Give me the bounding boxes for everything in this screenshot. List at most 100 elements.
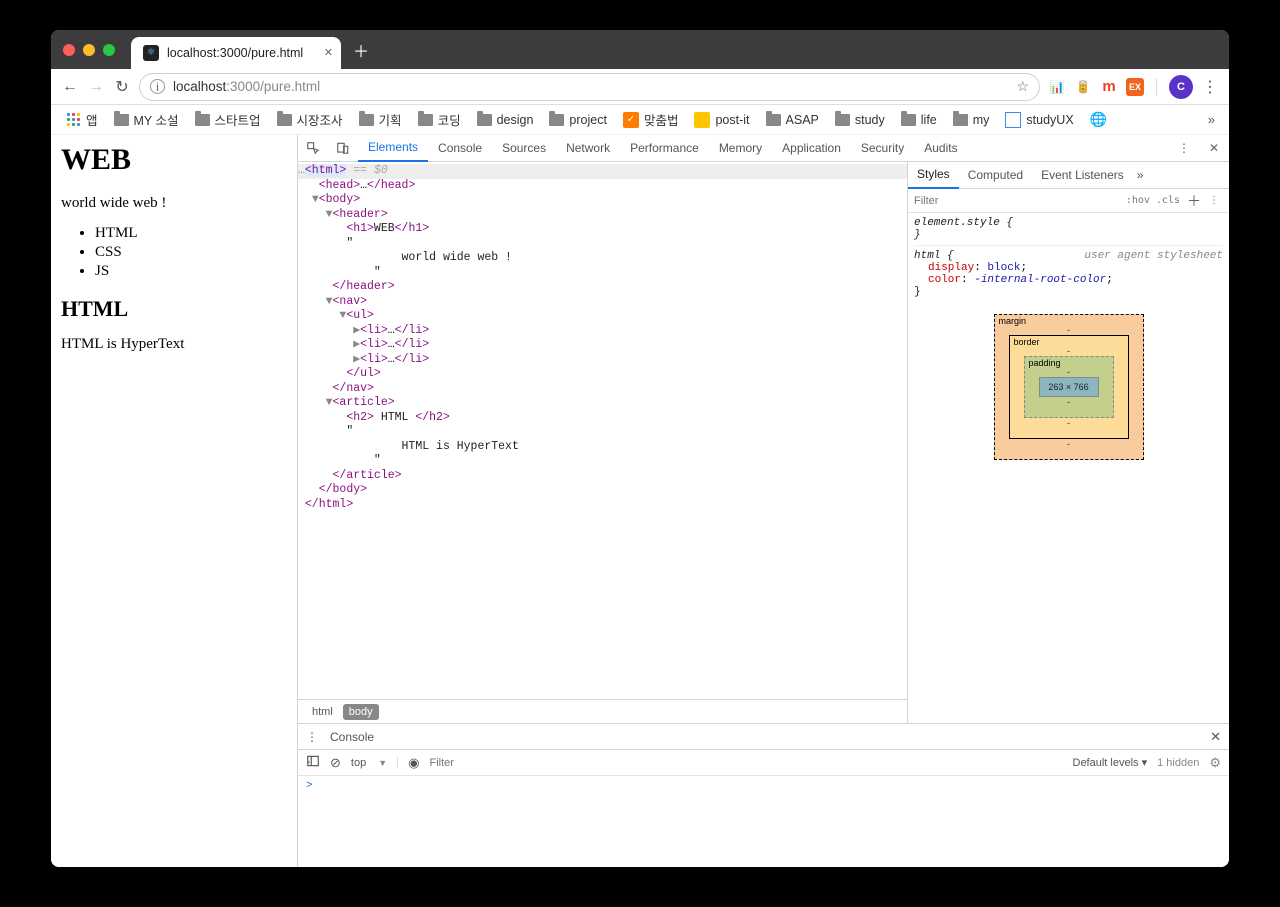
- bookmark-item[interactable]: project: [543, 111, 613, 129]
- minimize-window-button[interactable]: [83, 44, 95, 56]
- bookmark-item[interactable]: MY 소설: [108, 108, 185, 131]
- tab-elements[interactable]: Elements: [358, 135, 428, 162]
- prop-key: color: [928, 274, 961, 286]
- styles-rules[interactable]: element.style { } user agent stylesheet …: [908, 213, 1229, 723]
- tab-event-listeners[interactable]: Event Listeners: [1032, 162, 1133, 189]
- context-select[interactable]: top ▼: [351, 757, 398, 769]
- browser-window: ⚛︎ localhost:3000/pure.html ✕ ＋ ← → ↻ i …: [51, 30, 1229, 867]
- crumb-html[interactable]: html: [306, 704, 339, 720]
- cls-toggle[interactable]: .cls: [1153, 195, 1183, 206]
- back-button[interactable]: ←: [61, 78, 79, 96]
- bookmark-item[interactable]: ASAP: [760, 111, 825, 129]
- bookmark-item[interactable]: study: [829, 111, 891, 129]
- divider: [1156, 78, 1157, 96]
- bookmark-item[interactable]: ✓맞춤법: [617, 108, 685, 131]
- console-output[interactable]: >: [298, 775, 1229, 867]
- more-tabs-icon[interactable]: »: [1137, 168, 1144, 182]
- close-tab-icon[interactable]: ✕: [324, 46, 333, 59]
- hov-toggle[interactable]: :hov: [1123, 195, 1153, 206]
- tab-audits[interactable]: Audits: [914, 135, 967, 162]
- favicon-icon: ⚛︎: [143, 45, 159, 61]
- device-toggle-icon[interactable]: [328, 141, 358, 155]
- maximize-window-button[interactable]: [103, 44, 115, 56]
- folder-icon: [477, 114, 492, 126]
- bookmark-item[interactable]: studyUX: [999, 110, 1079, 130]
- bookmark-item[interactable]: 코딩: [412, 108, 467, 131]
- bookmark-item[interactable]: design: [471, 111, 540, 129]
- profile-avatar[interactable]: C: [1169, 75, 1193, 99]
- folder-icon: [277, 114, 292, 126]
- dom-tree[interactable]: …<html> == $0 <head>…</head> ▼<body> ▼<h…: [298, 162, 907, 699]
- tab-performance[interactable]: Performance: [620, 135, 709, 162]
- bookmark-star-icon[interactable]: ☆: [1016, 78, 1029, 95]
- margin-label: margin: [999, 316, 1027, 326]
- border-label: border: [1014, 337, 1040, 347]
- bookmark-item[interactable]: my: [947, 111, 996, 129]
- kebab-menu-icon[interactable]: ⋮: [306, 730, 318, 744]
- close-drawer-icon[interactable]: ✕: [1210, 729, 1221, 745]
- inspect-icon[interactable]: [298, 141, 328, 155]
- tab-computed[interactable]: Computed: [959, 162, 1032, 189]
- extension-icon[interactable]: 🥫: [1074, 78, 1092, 96]
- devtools: Elements Console Sources Network Perform…: [297, 135, 1229, 867]
- bookmark-item[interactable]: 🌐: [1084, 109, 1113, 130]
- addressbar: ← → ↻ i localhost:3000/pure.html ☆ 📊 🥫 m…: [51, 69, 1229, 105]
- bookmark-item[interactable]: 스타트업: [189, 108, 267, 131]
- tab-sources[interactable]: Sources: [492, 135, 556, 162]
- rule-selector: html {: [914, 250, 954, 262]
- bookmarks-overflow-icon[interactable]: »: [1208, 112, 1215, 127]
- bookmark-label: design: [497, 113, 534, 127]
- live-expression-icon[interactable]: ◉: [408, 755, 419, 771]
- omnibox[interactable]: i localhost:3000/pure.html ☆: [139, 73, 1040, 101]
- gear-icon[interactable]: ⚙: [1209, 755, 1221, 771]
- page-paragraph: world wide web !: [61, 195, 287, 212]
- extension-icon[interactable]: m: [1100, 78, 1118, 96]
- bookmark-item[interactable]: life: [895, 111, 943, 129]
- folder-icon: [418, 114, 433, 126]
- new-tab-button[interactable]: ＋: [347, 36, 375, 64]
- tab-memory[interactable]: Memory: [709, 135, 772, 162]
- tab-console[interactable]: Console: [428, 135, 492, 162]
- tab-styles[interactable]: Styles: [908, 162, 959, 189]
- folder-icon: [901, 114, 916, 126]
- list-item: JS: [95, 262, 287, 281]
- extension-icon[interactable]: 📊: [1048, 78, 1066, 96]
- kebab-menu-icon[interactable]: ⋮: [1201, 77, 1219, 97]
- extension-icon[interactable]: EX: [1126, 78, 1144, 96]
- styles-tabbar: Styles Computed Event Listeners »: [908, 162, 1229, 189]
- console-filter-input[interactable]: [429, 757, 1062, 769]
- bookmark-item[interactable]: 시장조사: [271, 108, 349, 131]
- close-icon[interactable]: ✕: [1199, 141, 1229, 155]
- clear-console-icon[interactable]: ⊘: [330, 755, 341, 771]
- tab-network[interactable]: Network: [556, 135, 620, 162]
- page-h2: HTML: [61, 296, 287, 322]
- user-agent-label: user agent stylesheet: [1084, 250, 1223, 262]
- tab-application[interactable]: Application: [772, 135, 851, 162]
- apps-shortcut[interactable]: 앱: [61, 108, 104, 131]
- styles-panel: Styles Computed Event Listeners » :hov .…: [907, 162, 1229, 723]
- chevron-down-icon: ▼: [378, 758, 387, 768]
- tab-security[interactable]: Security: [851, 135, 914, 162]
- folder-icon: [549, 114, 564, 126]
- forward-button[interactable]: →: [87, 78, 105, 96]
- console-sidebar-toggle-icon[interactable]: [306, 754, 320, 771]
- log-levels-select[interactable]: Default levels ▾: [1073, 756, 1148, 769]
- box-model: margin - border - padding - 263 × 766: [994, 314, 1144, 460]
- bookmark-label: 코딩: [438, 110, 461, 129]
- page-h1: WEB: [61, 143, 287, 177]
- styles-menu-icon[interactable]: ⋮: [1205, 195, 1223, 206]
- site-info-icon[interactable]: i: [150, 79, 165, 94]
- new-rule-button[interactable]: ＋: [1183, 191, 1205, 211]
- bookmark-item[interactable]: 기획: [353, 108, 408, 131]
- bookmark-label: 스타트업: [215, 110, 261, 129]
- close-window-button[interactable]: [63, 44, 75, 56]
- styles-filter-input[interactable]: [914, 195, 1123, 207]
- reload-button[interactable]: ↻: [113, 77, 131, 97]
- kebab-menu-icon[interactable]: ⋮: [1169, 141, 1199, 155]
- bookmark-item[interactable]: post-it: [688, 110, 755, 130]
- folder-icon: [359, 114, 374, 126]
- crumb-body[interactable]: body: [343, 704, 379, 720]
- page-paragraph: HTML is HyperText: [61, 336, 287, 353]
- console-drawer-header: ⋮ Console ✕: [298, 723, 1229, 749]
- browser-tab[interactable]: ⚛︎ localhost:3000/pure.html ✕: [131, 37, 341, 69]
